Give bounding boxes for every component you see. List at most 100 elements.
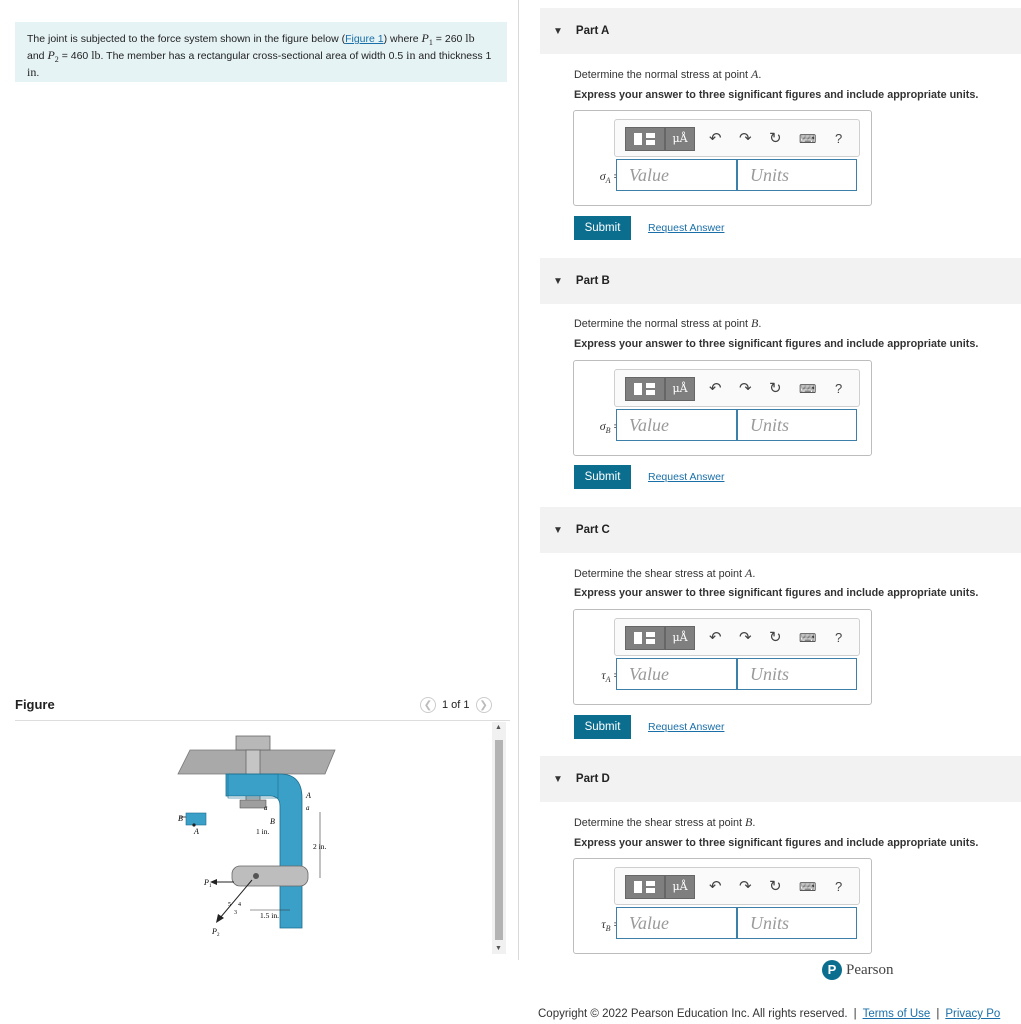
point-var: A	[751, 67, 759, 81]
templates-icon	[634, 881, 655, 893]
math-toolbar: μÅ ↶ ↷ ↻ ⌨ ?	[614, 369, 860, 407]
templates-button[interactable]	[625, 626, 665, 650]
scroll-up-icon[interactable]: ▲	[495, 724, 502, 731]
question-text: Determine the normal stress at point	[574, 69, 752, 81]
figure-page-count: 1 of 1	[442, 699, 470, 711]
column-divider	[518, 0, 519, 960]
undo-icon[interactable]: ↶	[709, 380, 722, 398]
bolt-head	[235, 735, 271, 751]
dim-2in: 2 in.	[313, 842, 326, 851]
undo-icon[interactable]: ↶	[709, 878, 722, 896]
footer-separator: |	[853, 1008, 857, 1020]
keyboard-icon[interactable]: ⌨	[799, 878, 816, 896]
label-a-small-2: a	[264, 804, 268, 812]
part-d-instruction: Express your answer to three significant…	[574, 837, 979, 849]
units-input[interactable]: Units	[737, 409, 857, 441]
part-label: Part D	[575, 773, 610, 785]
prev-figure-icon[interactable]: ❮	[420, 697, 436, 713]
question-text: Determine the shear stress at point	[574, 817, 746, 829]
dim-1in: 1 in.	[256, 827, 269, 836]
figure-link[interactable]: Figure 1	[345, 33, 384, 45]
units-input[interactable]: Units	[737, 159, 857, 191]
question-text: Determine the shear stress at point	[574, 568, 746, 580]
part-d-header[interactable]: ▼ Part D	[540, 756, 1021, 802]
units-button[interactable]: μÅ	[665, 626, 695, 650]
p2-value: = 460	[58, 50, 92, 63]
collapse-icon: ▼	[553, 25, 563, 37]
problem-statement: The joint is subjected to the force syst…	[15, 22, 507, 82]
units-button[interactable]: μÅ	[665, 127, 695, 151]
nut	[239, 799, 267, 809]
request-answer-link[interactable]: Request Answer	[648, 471, 724, 483]
units-button[interactable]: μÅ	[665, 875, 695, 899]
units-input[interactable]: Units	[737, 907, 857, 939]
footer: Copyright © 2022 Pearson Education Inc. …	[538, 1008, 1000, 1020]
redo-icon[interactable]: ↷	[739, 878, 752, 896]
part-c-answer-box: μÅ ↶ ↷ ↻ ⌨ ? τA = Value Units	[573, 609, 872, 705]
figure-pager: ❮ 1 of 1 ❯	[420, 697, 492, 713]
help-icon[interactable]: ?	[835, 629, 842, 647]
value-input[interactable]: Value	[616, 658, 737, 690]
help-icon[interactable]: ?	[835, 130, 842, 148]
templates-button[interactable]	[625, 377, 665, 401]
joint-figure: B A A a a B 1 in. 2 in. 1.5 in. P 1 P 2 …	[150, 728, 370, 958]
units-button[interactable]: μÅ	[665, 377, 695, 401]
part-b-answer-box: μÅ ↶ ↷ ↻ ⌨ ? σB = Value Units	[573, 360, 872, 456]
undo-icon[interactable]: ↶	[709, 629, 722, 647]
units-input[interactable]: Units	[737, 658, 857, 690]
part-c-instruction: Express your answer to three significant…	[574, 587, 979, 599]
keyboard-icon[interactable]: ⌨	[799, 130, 816, 148]
request-answer-link[interactable]: Request Answer	[648, 222, 724, 234]
next-figure-icon[interactable]: ❯	[475, 697, 492, 713]
figure-scrollbar[interactable]: ▲ ▼	[492, 722, 506, 954]
unit-in: in	[27, 65, 37, 80]
math-toolbar: μÅ ↶ ↷ ↻ ⌨ ?	[614, 867, 860, 905]
part-label: Part B	[575, 275, 610, 287]
reset-icon[interactable]: ↻	[769, 629, 782, 647]
redo-icon[interactable]: ↷	[739, 130, 752, 148]
part-b-header[interactable]: ▼ Part B	[540, 258, 1021, 304]
answer-symbol: τB =	[584, 917, 620, 933]
problem-text: .	[36, 67, 40, 80]
point-var: A	[745, 566, 753, 580]
reset-icon[interactable]: ↻	[769, 130, 782, 148]
part-c-header[interactable]: ▼ Part C	[540, 507, 1021, 553]
part-label: Part C	[575, 524, 610, 536]
scroll-down-icon[interactable]: ▼	[495, 945, 502, 952]
help-icon[interactable]: ?	[835, 878, 842, 896]
ratio-5: 5	[228, 902, 231, 908]
templates-icon	[634, 383, 655, 395]
figure-rule	[15, 720, 510, 721]
p2-sub-label: 2	[217, 933, 220, 938]
keyboard-icon[interactable]: ⌨	[799, 629, 816, 647]
answer-symbol: σB =	[584, 419, 620, 435]
templates-button[interactable]	[625, 127, 665, 151]
keyboard-icon[interactable]: ⌨	[799, 380, 816, 398]
pin-center	[253, 873, 259, 879]
terms-link[interactable]: Terms of Use	[863, 1008, 931, 1020]
templates-icon	[634, 632, 655, 644]
redo-icon[interactable]: ↷	[739, 629, 752, 647]
privacy-link[interactable]: Privacy Po	[945, 1008, 1000, 1020]
submit-button[interactable]: Submit	[574, 216, 631, 240]
value-input[interactable]: Value	[616, 907, 737, 939]
reset-icon[interactable]: ↻	[769, 380, 782, 398]
request-answer-link[interactable]: Request Answer	[648, 721, 724, 733]
dim-15in: 1.5 in.	[260, 911, 279, 920]
help-icon[interactable]: ?	[835, 380, 842, 398]
reset-icon[interactable]: ↻	[769, 878, 782, 896]
part-a-header[interactable]: ▼ Part A	[540, 8, 1021, 54]
p1-value: = 260	[432, 33, 466, 45]
value-input[interactable]: Value	[616, 159, 737, 191]
part-d-answer-box: μÅ ↶ ↷ ↻ ⌨ ? τB = Value Units	[573, 858, 872, 954]
label-a-section: A	[305, 791, 311, 800]
redo-icon[interactable]: ↷	[739, 380, 752, 398]
label-b-member: B	[270, 817, 275, 826]
undo-icon[interactable]: ↶	[709, 130, 722, 148]
value-input[interactable]: Value	[616, 409, 737, 441]
submit-button[interactable]: Submit	[574, 465, 631, 489]
problem-text: and thickness 1	[415, 50, 492, 63]
submit-button[interactable]: Submit	[574, 715, 631, 739]
templates-button[interactable]	[625, 875, 665, 899]
scrollbar-thumb[interactable]	[495, 740, 503, 940]
